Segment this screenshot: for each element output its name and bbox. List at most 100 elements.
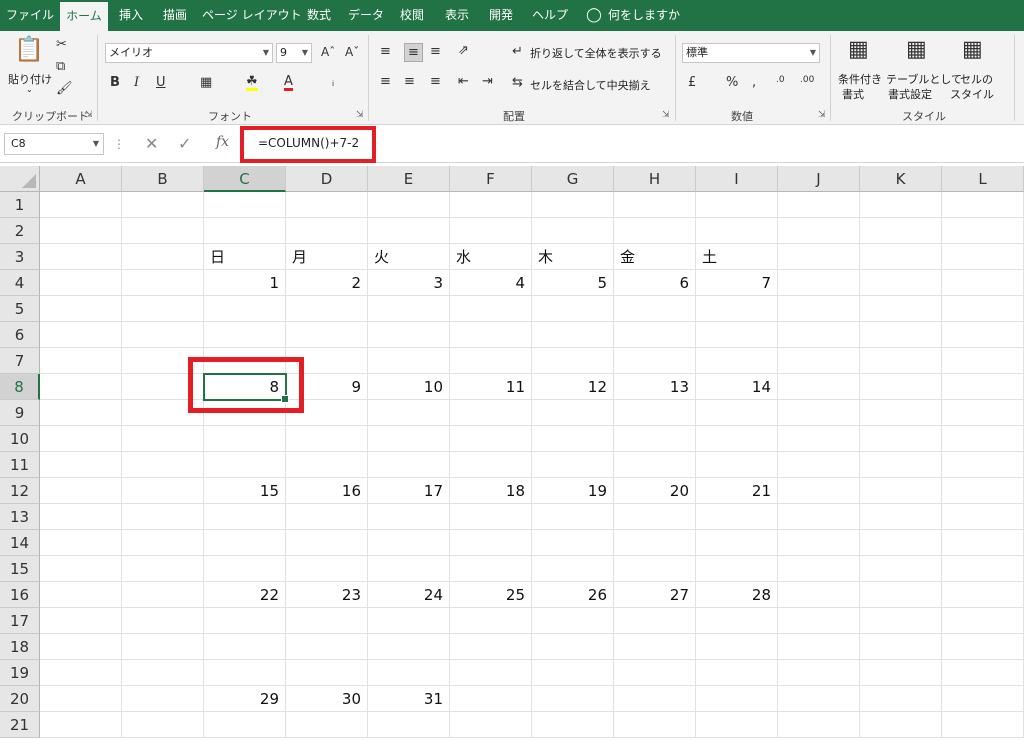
cell-b4[interactable] <box>122 270 204 296</box>
cell-a14[interactable] <box>40 530 122 556</box>
cell-j12[interactable] <box>778 478 860 504</box>
cell-l8[interactable] <box>942 374 1024 400</box>
paste-dropdown-icon[interactable]: ⌄ <box>26 85 33 94</box>
currency-icon[interactable]: £ <box>688 76 696 89</box>
calendar-day-cell[interactable]: 2 <box>286 270 368 296</box>
cell-j17[interactable] <box>778 608 860 634</box>
row-header-11[interactable]: 11 <box>0 452 40 478</box>
cell-j13[interactable] <box>778 504 860 530</box>
tab-draw[interactable]: 描画 <box>158 0 192 31</box>
cell-j7[interactable] <box>778 348 860 374</box>
cell-j6[interactable] <box>778 322 860 348</box>
cell-k15[interactable] <box>860 556 942 582</box>
cell-k19[interactable] <box>860 660 942 686</box>
cell-b11[interactable] <box>122 452 204 478</box>
cell-j16[interactable] <box>778 582 860 608</box>
cell-f9[interactable] <box>450 400 532 426</box>
cell-i9[interactable] <box>696 400 778 426</box>
cell-f15[interactable] <box>450 556 532 582</box>
cell-f14[interactable] <box>450 530 532 556</box>
calendar-day-cell[interactable]: 12 <box>532 374 614 400</box>
merge-center-icon[interactable]: ⇆ <box>512 76 523 89</box>
weekday-label[interactable]: 火 <box>368 244 450 270</box>
cell-e18[interactable] <box>368 634 450 660</box>
wrap-text-icon[interactable]: ↵ <box>512 45 523 58</box>
cell-b12[interactable] <box>122 478 204 504</box>
cell-b13[interactable] <box>122 504 204 530</box>
cell-k14[interactable] <box>860 530 942 556</box>
cell-l10[interactable] <box>942 426 1024 452</box>
cell-k20[interactable] <box>860 686 942 712</box>
row-header-7[interactable]: 7 <box>0 348 40 374</box>
cell-f7[interactable] <box>450 348 532 374</box>
cell-a10[interactable] <box>40 426 122 452</box>
tab-home[interactable]: ホーム <box>60 2 108 31</box>
cell-l3[interactable] <box>942 244 1024 270</box>
cell-h7[interactable] <box>614 348 696 374</box>
cell-b15[interactable] <box>122 556 204 582</box>
cell-a16[interactable] <box>40 582 122 608</box>
cell-h2[interactable] <box>614 218 696 244</box>
increase-indent-icon[interactable]: ⇥ <box>482 75 493 88</box>
conditional-format-button-line2[interactable]: 書式 <box>842 86 864 102</box>
cell-j5[interactable] <box>778 296 860 322</box>
enter-icon[interactable]: ✓ <box>178 134 191 153</box>
cell-a3[interactable] <box>40 244 122 270</box>
cell-g9[interactable] <box>532 400 614 426</box>
bold-icon[interactable]: B <box>110 76 120 89</box>
cell-h17[interactable] <box>614 608 696 634</box>
cell-c15[interactable] <box>204 556 286 582</box>
calendar-day-cell[interactable]: 15 <box>204 478 286 504</box>
cell-l4[interactable] <box>942 270 1024 296</box>
column-header-k[interactable]: K <box>860 166 942 192</box>
column-header-l[interactable]: L <box>942 166 1024 192</box>
row-header-15[interactable]: 15 <box>0 556 40 582</box>
calendar-day-cell[interactable]: 30 <box>286 686 368 712</box>
cell-l15[interactable] <box>942 556 1024 582</box>
cell-b10[interactable] <box>122 426 204 452</box>
cell-e17[interactable] <box>368 608 450 634</box>
cell-j20[interactable] <box>778 686 860 712</box>
cell-c13[interactable] <box>204 504 286 530</box>
cell-j15[interactable] <box>778 556 860 582</box>
cell-j14[interactable] <box>778 530 860 556</box>
cell-e7[interactable] <box>368 348 450 374</box>
borders-icon[interactable]: ▦ <box>200 76 212 89</box>
cell-k1[interactable] <box>860 192 942 218</box>
calendar-day-cell[interactable]: 28 <box>696 582 778 608</box>
row-header-19[interactable]: 19 <box>0 660 40 686</box>
name-box[interactable]: C8▼ <box>4 133 104 155</box>
cell-c6[interactable] <box>204 322 286 348</box>
cell-j4[interactable] <box>778 270 860 296</box>
format-as-table-icon[interactable]: ▦ <box>906 39 927 61</box>
font-launcher-icon[interactable]: ⇲ <box>356 110 364 120</box>
cell-d6[interactable] <box>286 322 368 348</box>
calendar-day-cell[interactable]: 25 <box>450 582 532 608</box>
calendar-day-cell[interactable]: 17 <box>368 478 450 504</box>
cell-c18[interactable] <box>204 634 286 660</box>
number-launcher-icon[interactable]: ⇲ <box>818 110 826 120</box>
select-all-button[interactable] <box>0 166 40 192</box>
cell-f5[interactable] <box>450 296 532 322</box>
calendar-day-cell[interactable]: 1 <box>204 270 286 296</box>
cell-j19[interactable] <box>778 660 860 686</box>
cell-d2[interactable] <box>286 218 368 244</box>
cell-h5[interactable] <box>614 296 696 322</box>
cell-j11[interactable] <box>778 452 860 478</box>
increase-decimal-icon[interactable]: .0 <box>776 76 785 85</box>
decrease-font-icon[interactable]: Aˇ <box>345 46 359 58</box>
calendar-day-cell[interactable]: 10 <box>368 374 450 400</box>
column-header-c[interactable]: C <box>204 166 286 192</box>
cell-b14[interactable] <box>122 530 204 556</box>
cell-g21[interactable] <box>532 712 614 738</box>
cell-e2[interactable] <box>368 218 450 244</box>
cell-a13[interactable] <box>40 504 122 530</box>
cell-l1[interactable] <box>942 192 1024 218</box>
cell-d21[interactable] <box>286 712 368 738</box>
cell-b18[interactable] <box>122 634 204 660</box>
calendar-day-cell[interactable]: 14 <box>696 374 778 400</box>
cell-g6[interactable] <box>532 322 614 348</box>
cell-b2[interactable] <box>122 218 204 244</box>
cell-b5[interactable] <box>122 296 204 322</box>
cell-a8[interactable] <box>40 374 122 400</box>
